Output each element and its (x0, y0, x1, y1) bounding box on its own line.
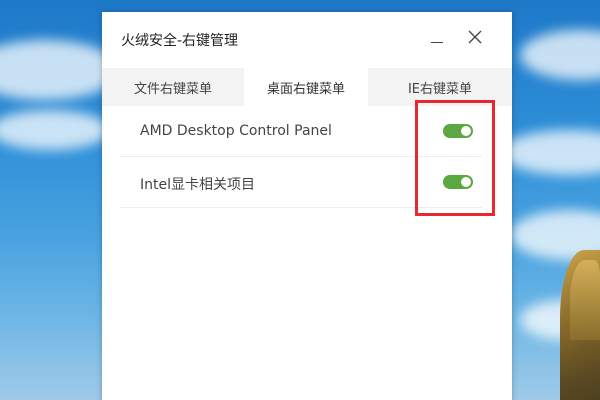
cloud (520, 30, 600, 80)
cloud (0, 110, 110, 150)
title-bar[interactable]: 火绒安全-右键管理 (102, 12, 512, 66)
tab-label: IE右键菜单 (407, 81, 473, 97)
desktop-background: 火绒安全-右键管理 文件右键菜单 桌面右键菜单 IE右键菜单 AMD Deskt… (0, 0, 600, 400)
tab-desktop-context-menu[interactable]: 桌面右键菜单 (244, 68, 368, 106)
tab-file-context-menu[interactable]: 文件右键菜单 (102, 68, 244, 106)
minimize-icon (431, 41, 443, 43)
minimize-button[interactable] (424, 24, 450, 50)
red-highlight-annotation (415, 100, 495, 216)
window-title: 火绒安全-右键管理 (121, 33, 239, 49)
item-label: Intel显卡相关项目 (140, 177, 255, 193)
cloud (500, 130, 600, 175)
close-icon (468, 30, 482, 44)
tab-label: 桌面右键菜单 (266, 81, 345, 97)
tab-label: 文件右键菜单 (133, 81, 212, 97)
rock-cliff-highlight (570, 260, 600, 340)
item-label: AMD Desktop Control Panel (140, 123, 332, 139)
close-button[interactable] (462, 24, 488, 50)
